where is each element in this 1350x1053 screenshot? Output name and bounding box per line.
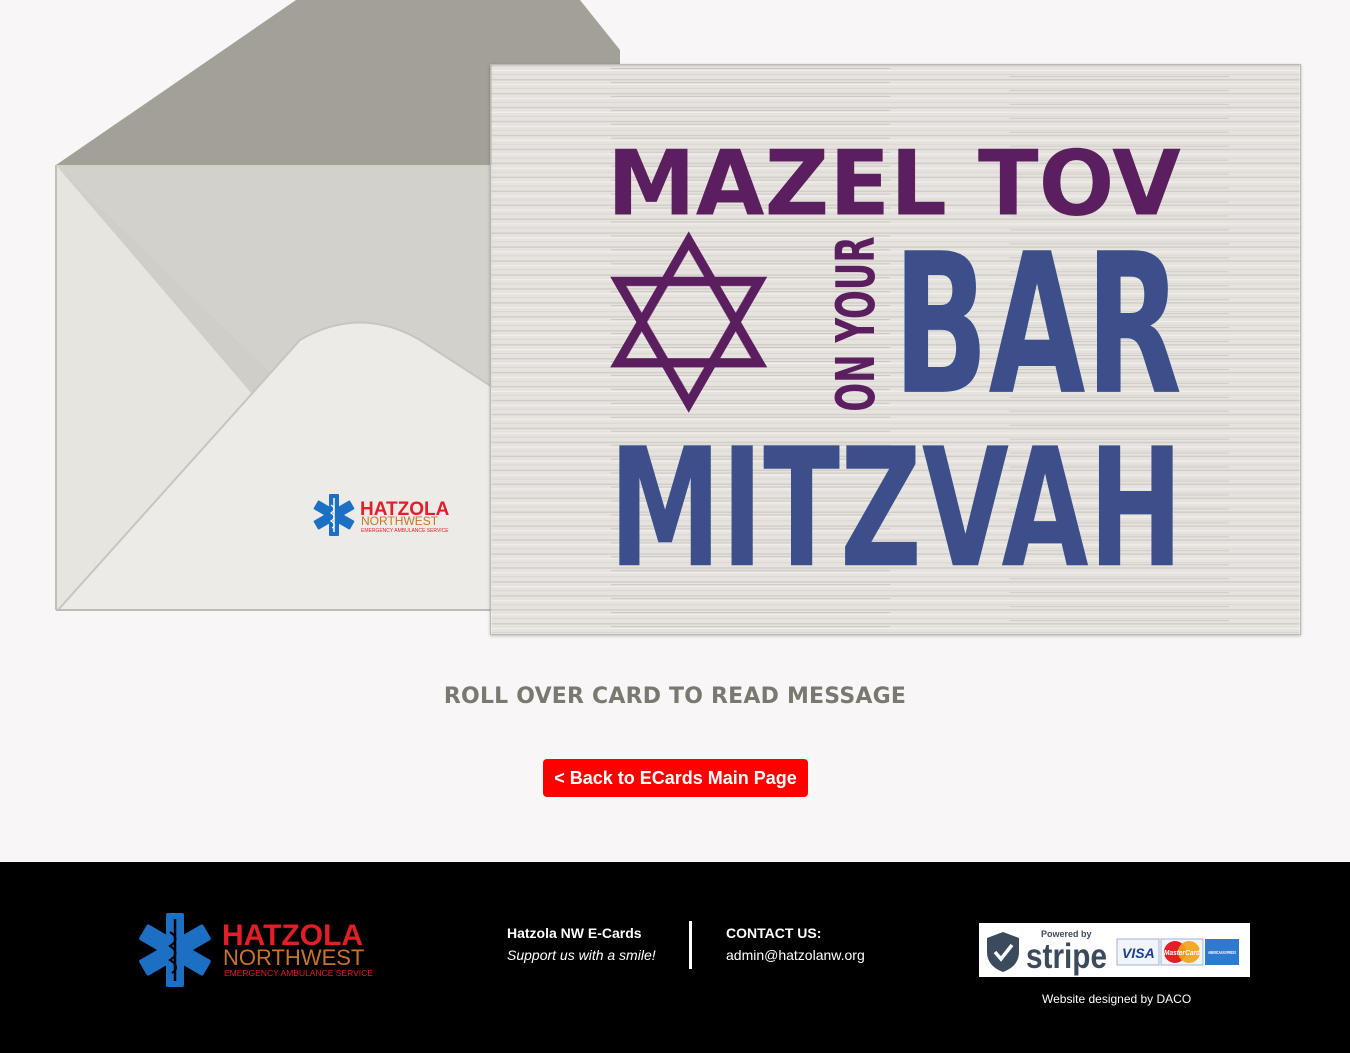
star-of-life-icon (139, 913, 211, 987)
stripe-wordmark: stripe (1026, 937, 1107, 976)
footer-site-subtitle: Support us with a smile! (507, 947, 656, 963)
visa-card-logo: VISA (1122, 945, 1155, 961)
footer-divider (689, 921, 692, 969)
card-line-bar: BAR (893, 212, 1182, 438)
ecard-scene: HATZOLA NORTHWEST EMERGENCY AMBULANCE SE… (0, 0, 1350, 862)
footer-credit: Website designed by DACO (1042, 992, 1192, 1006)
amex-card-logo: AMERICAN EXPRESS (1208, 950, 1236, 955)
footer-logo-region: NORTHWEST (223, 945, 364, 970)
footer-logo-tagline: EMERGENCY AMBULANCE SERVICE (224, 968, 373, 978)
footer-contact-label: CONTACT US: (726, 925, 822, 941)
footer-site-info: Hatzola NW E-Cards Support us with a smi… (507, 925, 656, 963)
card-line-mitzvah: MITZVAH (609, 412, 1183, 604)
powered-by-stripe-badge[interactable]: Powered by stripe VISA MasterCard AMERIC… (979, 923, 1250, 977)
envelope-logo-region: NORTHWEST (361, 514, 439, 528)
roll-over-instruction: ROLL OVER CARD TO READ MESSAGE (443, 684, 907, 709)
mastercard-logo: MasterCard (1164, 950, 1201, 957)
card-line-on-your: ON YOUR (824, 236, 887, 411)
ecard-front: MAZEL TOV ON YOUR BAR MITZVAH (491, 65, 1300, 634)
envelope-logo: HATZOLA NORTHWEST EMERGENCY AMBULANCE SE… (313, 494, 450, 536)
back-to-ecards-button[interactable]: < Back to ECards Main Page (543, 759, 808, 797)
envelope-logo-tagline: EMERGENCY AMBULANCE SERVICE (361, 528, 449, 534)
footer-contact-email[interactable]: admin@hatzolanw.org (726, 947, 865, 963)
footer-logo[interactable]: HATZOLA NORTHWEST EMERGENCY AMBULANCE SE… (138, 912, 378, 988)
footer-contact: CONTACT US: admin@hatzolanw.org (726, 925, 865, 963)
ecard[interactable]: MAZEL TOV ON YOUR BAR MITZVAH (490, 64, 1301, 635)
footer-site-title: Hatzola NW E-Cards (507, 925, 642, 941)
